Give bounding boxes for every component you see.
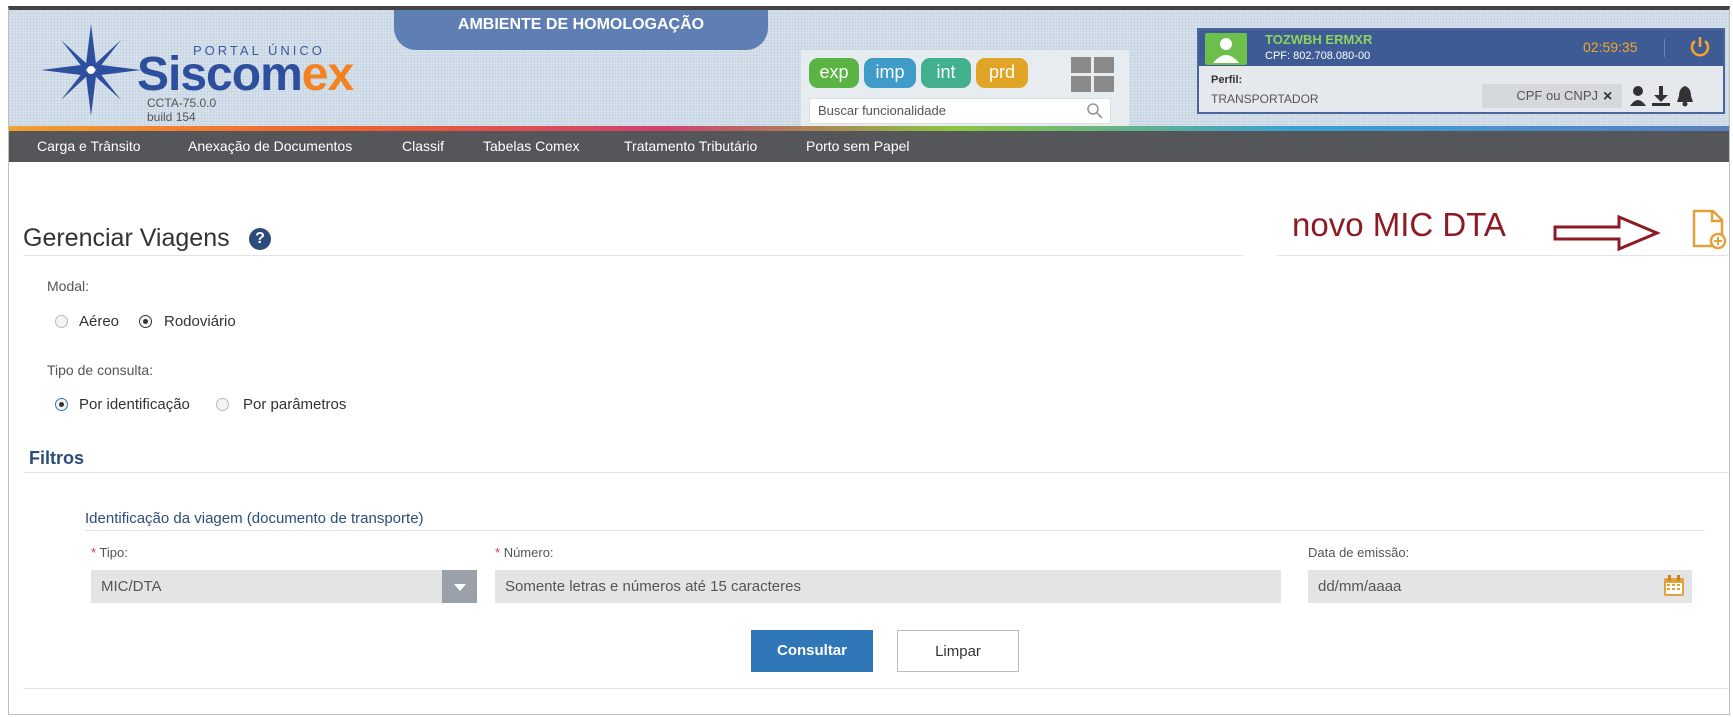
- footer-divider: [23, 688, 1729, 689]
- title-divider: [23, 255, 1243, 256]
- title-divider-right: [1277, 255, 1729, 256]
- cpf-cnpj-input[interactable]: CPF ou CNPJ: [1482, 84, 1622, 108]
- siscomex-logo[interactable]: PORTAL ÚNICO Siscomex CCTA-75.0.0 build …: [33, 20, 354, 124]
- modal-label: Modal:: [47, 278, 90, 294]
- divider: [1664, 39, 1665, 57]
- version-label: CCTA-75.0.0: [147, 96, 217, 110]
- radio-por-parametros-label: Por parâmetros: [243, 396, 347, 413]
- perfil-value: TRANSPORTADOR: [1211, 92, 1319, 106]
- radio-por-parametros[interactable]: [216, 398, 229, 411]
- filtros-divider: [23, 472, 1729, 473]
- clear-icon[interactable]: ×: [1603, 88, 1612, 106]
- user-avatar: [1205, 33, 1247, 65]
- user-panel-top: TOZWBH ERMXR CPF: 802.708.080-00 02:59:3…: [1199, 30, 1723, 66]
- calendar-icon[interactable]: [1663, 575, 1685, 597]
- page-title: Gerenciar Viagens: [23, 224, 230, 252]
- menu-tratamento-tributario[interactable]: Tratamento Tributário: [624, 131, 757, 162]
- browser-frame: PORTAL ÚNICO Siscomex CCTA-75.0.0 build …: [8, 6, 1730, 715]
- perfil-label: Perfil:: [1211, 74, 1243, 86]
- session-timer: 02:59:35: [1583, 39, 1638, 55]
- tipo-select[interactable]: MIC/DTA: [91, 570, 443, 603]
- radio-por-identificacao-label: Por identificação: [79, 396, 190, 413]
- radio-por-identificacao[interactable]: [55, 398, 68, 411]
- person-icon[interactable]: [1629, 85, 1647, 107]
- build-label: build 154: [147, 110, 196, 124]
- power-icon[interactable]: [1687, 34, 1713, 60]
- menu-carga-transito[interactable]: Carga e Trânsito: [37, 131, 141, 162]
- required-mark: *: [91, 545, 97, 560]
- search-input[interactable]: Buscar funcionalidade: [809, 98, 1111, 124]
- radio-aereo[interactable]: [55, 315, 68, 328]
- siscomex-wordmark: Siscomex: [137, 48, 354, 101]
- app-int-button[interactable]: int: [921, 58, 971, 88]
- user-panel: TOZWBH ERMXR CPF: 802.708.080-00 02:59:3…: [1197, 28, 1725, 114]
- data-emissao-input[interactable]: dd/mm/aaaa: [1308, 570, 1692, 603]
- tipo-label: * Tipo:: [91, 545, 128, 560]
- filtros-heading: Filtros: [29, 448, 85, 468]
- user-icon: [1213, 38, 1239, 63]
- help-icon[interactable]: ?: [249, 228, 271, 250]
- app-switcher: exp imp int prd Buscar funcionalidade: [801, 50, 1129, 130]
- fieldset-title: Identificação da viagem (documento de tr…: [85, 510, 424, 527]
- environment-banner: AMBIENTE DE HOMOLOGAÇÃO: [394, 10, 768, 50]
- menu-anexacao-documentos[interactable]: Anexação de Documentos: [188, 131, 352, 162]
- limpar-button[interactable]: Limpar: [897, 630, 1019, 672]
- menu-tabelas-comex[interactable]: Tabelas Comex: [483, 131, 580, 162]
- header: PORTAL ÚNICO Siscomex CCTA-75.0.0 build …: [9, 10, 1729, 130]
- app-imp-button[interactable]: imp: [864, 58, 916, 88]
- consultar-button[interactable]: Consultar: [751, 630, 873, 672]
- numero-label: * Número:: [495, 545, 554, 560]
- apps-grid-icon[interactable]: [1071, 57, 1115, 93]
- radio-aereo-label: Aéreo: [79, 313, 120, 330]
- data-emissao-label: Data de emissão:: [1308, 545, 1410, 560]
- radio-rodoviario[interactable]: [139, 315, 152, 328]
- user-cpf: CPF: 802.708.080-00: [1265, 50, 1371, 62]
- fieldset-divider: [85, 530, 1705, 531]
- required-mark-numero: *: [495, 545, 501, 560]
- tipo-dropdown-chevron-icon[interactable]: [442, 570, 477, 603]
- main-menu: Carga e Trânsito Anexação de Documentos …: [9, 131, 1729, 162]
- search-icon[interactable]: [1086, 102, 1104, 120]
- annotation-text: novo MIC DTA: [1292, 206, 1506, 243]
- menu-porto-sem-papel[interactable]: Porto sem Papel: [806, 131, 910, 162]
- annotation-arrow-icon: [1553, 214, 1661, 252]
- menu-classif[interactable]: Classif: [402, 131, 444, 162]
- app-exp-button[interactable]: exp: [809, 58, 859, 88]
- app-prd-button[interactable]: prd: [976, 58, 1028, 88]
- version-info: CCTA-75.0.0 build 154: [147, 96, 216, 124]
- new-document-icon[interactable]: [1691, 208, 1727, 250]
- bell-icon[interactable]: [1675, 85, 1695, 107]
- radio-rodoviario-label: Rodoviário: [164, 313, 236, 330]
- numero-input[interactable]: Somente letras e números até 15 caracter…: [495, 570, 1281, 603]
- compass-star-icon: [41, 24, 141, 116]
- tipo-consulta-label: Tipo de consulta:: [47, 362, 154, 378]
- user-name: TOZWBH ERMXR: [1265, 32, 1373, 47]
- download-icon[interactable]: [1651, 85, 1671, 107]
